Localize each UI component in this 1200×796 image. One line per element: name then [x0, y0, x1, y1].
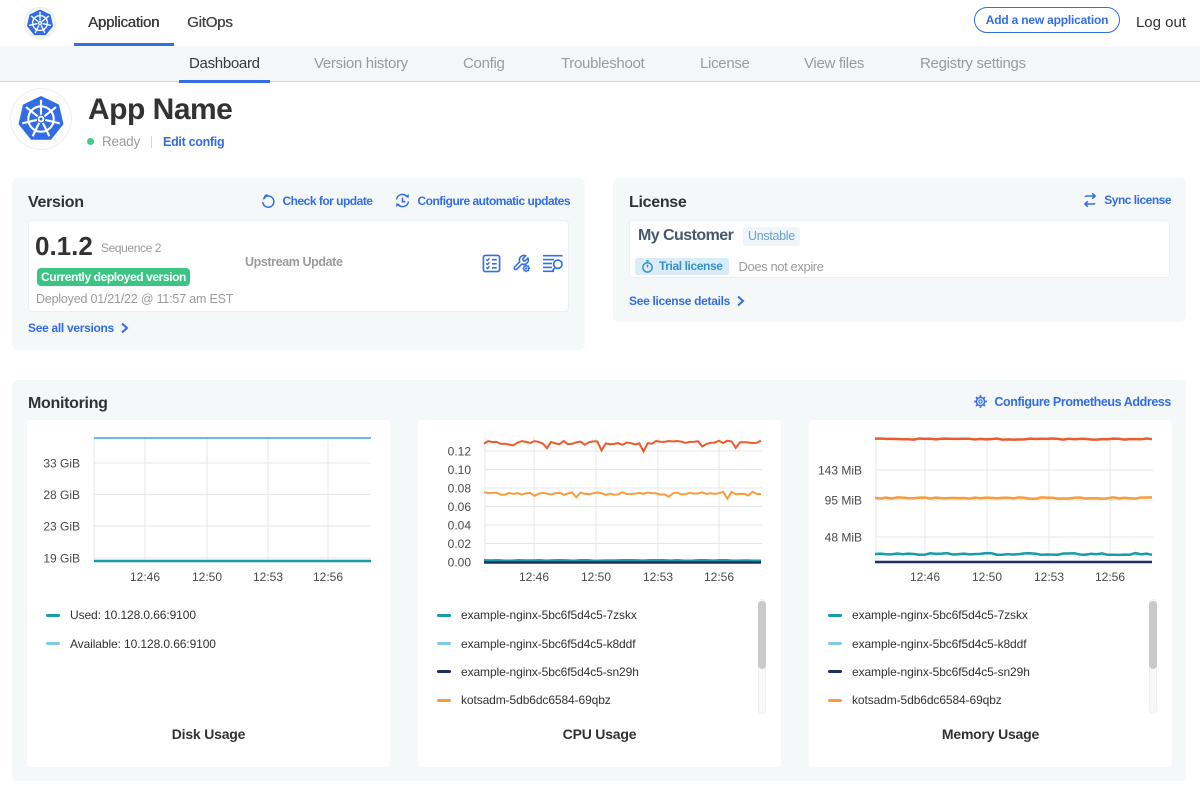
svg-text:0.00: 0.00 [448, 556, 472, 570]
svg-text:0.02: 0.02 [448, 537, 472, 551]
svg-text:12:50: 12:50 [972, 570, 1002, 584]
svg-text:23 GiB: 23 GiB [43, 520, 80, 534]
svg-text:12:53: 12:53 [643, 570, 673, 584]
svg-text:12:50: 12:50 [192, 570, 222, 584]
svg-text:0.04: 0.04 [448, 519, 472, 533]
svg-text:48 MiB: 48 MiB [825, 531, 862, 545]
svg-text:12:56: 12:56 [1095, 570, 1125, 584]
svg-text:0.12: 0.12 [448, 445, 472, 459]
svg-text:12:53: 12:53 [1034, 570, 1064, 584]
svg-text:19 GiB: 19 GiB [43, 552, 80, 566]
svg-text:12:46: 12:46 [910, 570, 940, 584]
svg-text:12:56: 12:56 [704, 570, 734, 584]
svg-text:12:46: 12:46 [519, 570, 549, 584]
svg-text:95 MiB: 95 MiB [825, 494, 862, 508]
svg-text:12:50: 12:50 [581, 570, 611, 584]
svg-text:12:46: 12:46 [130, 570, 160, 584]
svg-text:0.06: 0.06 [448, 500, 472, 514]
svg-text:12:56: 12:56 [313, 570, 343, 584]
svg-text:12:53: 12:53 [253, 570, 283, 584]
svg-text:28 GiB: 28 GiB [43, 488, 80, 502]
svg-text:0.08: 0.08 [448, 482, 472, 496]
svg-text:33 GiB: 33 GiB [43, 457, 80, 471]
svg-text:0.10: 0.10 [448, 463, 472, 477]
svg-text:143 MiB: 143 MiB [818, 464, 862, 478]
